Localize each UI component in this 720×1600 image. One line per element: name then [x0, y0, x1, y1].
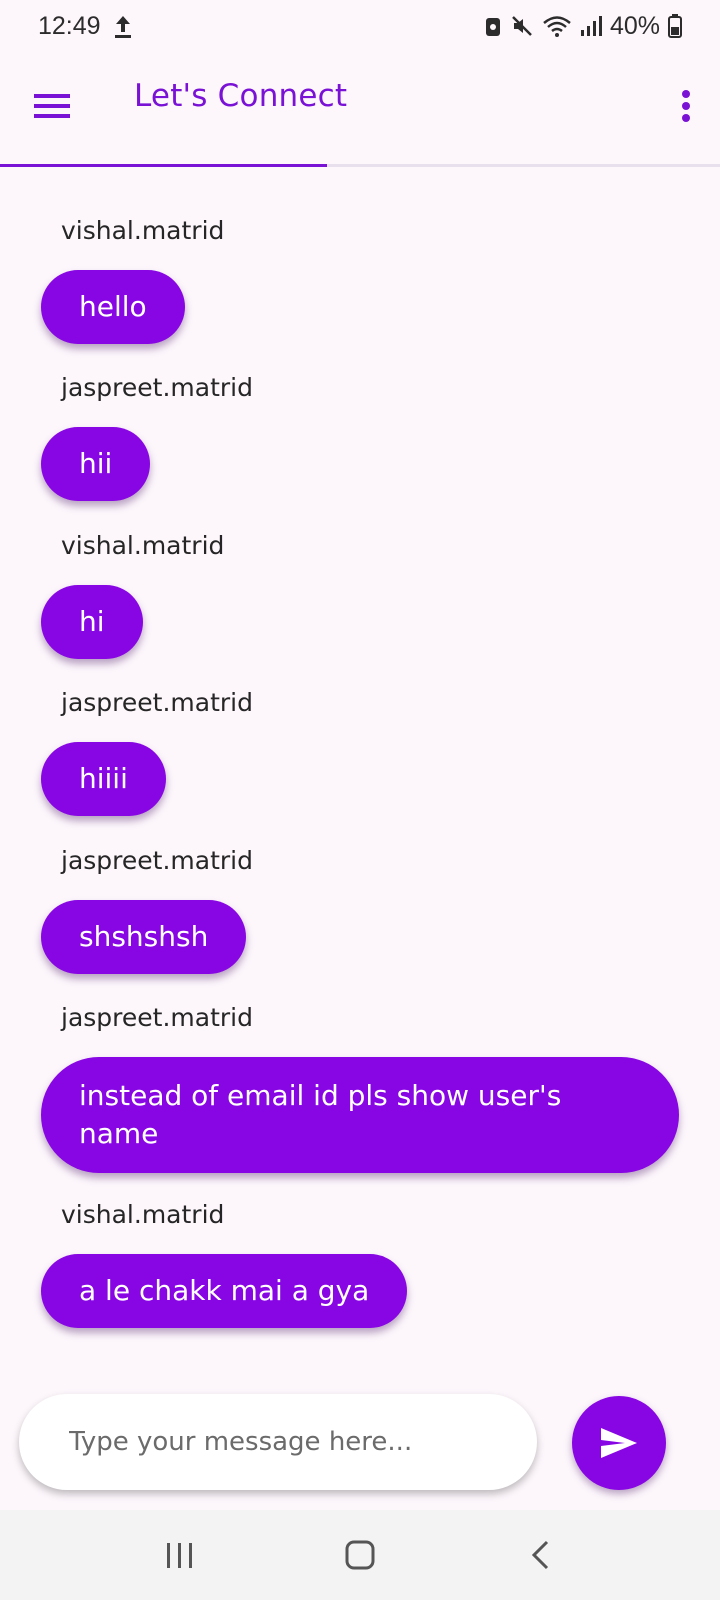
upload-icon: [113, 13, 133, 39]
message-bubble[interactable]: hi: [41, 585, 143, 659]
page-title: Let's Connect: [134, 78, 348, 114]
wifi-icon: [542, 14, 572, 38]
message-bubble[interactable]: hii: [41, 427, 151, 501]
status-right: 40%: [484, 12, 682, 41]
signal-icon: [580, 15, 602, 37]
recents-icon: [167, 1543, 192, 1568]
message-input-container: [19, 1394, 537, 1490]
message-bubble[interactable]: instead of email id pls show user's name: [41, 1057, 679, 1173]
send-icon: [601, 1428, 637, 1458]
home-icon: [345, 1540, 375, 1570]
menu-icon: [34, 94, 70, 118]
more-options-button[interactable]: [668, 78, 704, 134]
status-bar: 12:49 40%: [0, 0, 720, 52]
status-time: 12:49: [38, 11, 101, 40]
message-sender: vishal.matrid: [61, 216, 225, 245]
more-vert-icon: [682, 90, 690, 122]
lock-shield-icon: [484, 14, 502, 38]
message-sender: jaspreet.matrid: [61, 373, 253, 402]
nav-recents-button[interactable]: [145, 1525, 215, 1585]
message-sender: jaspreet.matrid: [61, 1003, 253, 1032]
message-sender: jaspreet.matrid: [61, 846, 253, 875]
tab-indicator: [0, 164, 327, 167]
message-sender: vishal.matrid: [61, 1200, 225, 1229]
message-bubble[interactable]: a le chakk mai a gya: [41, 1254, 408, 1328]
message-sender: jaspreet.matrid: [61, 688, 253, 717]
message-bubble[interactable]: hello: [41, 270, 185, 344]
message-bubble[interactable]: hiiii: [41, 742, 166, 816]
send-button[interactable]: [572, 1396, 666, 1490]
message-sender: vishal.matrid: [61, 531, 225, 560]
nav-back-button[interactable]: [505, 1525, 575, 1585]
nav-home-button[interactable]: [325, 1525, 395, 1585]
battery-icon: [668, 14, 682, 38]
back-icon: [531, 1540, 549, 1570]
system-nav-bar: [0, 1510, 720, 1600]
message-bubble[interactable]: shshshsh: [41, 900, 247, 974]
message-input[interactable]: [19, 1394, 537, 1490]
app-bar: Let's Connect: [0, 60, 720, 160]
menu-button[interactable]: [26, 80, 78, 132]
status-left: 12:49: [38, 12, 133, 41]
battery-percent: 40%: [609, 11, 660, 40]
mute-icon: [510, 14, 534, 38]
chat-screen: 12:49 40% Let's Connect vishal.matrid he…: [0, 0, 720, 1600]
message-list[interactable]: vishal.matrid hello jaspreet.matrid hii …: [0, 200, 720, 1376]
